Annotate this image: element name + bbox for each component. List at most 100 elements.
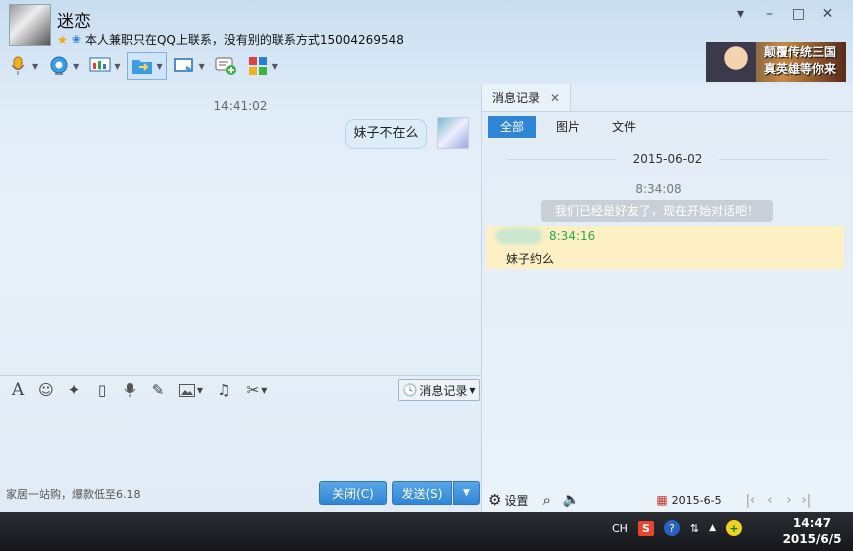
maximize-icon[interactable]: □ <box>784 6 813 22</box>
contact-avatar[interactable] <box>9 4 51 46</box>
footer-date[interactable]: 2015-6-5 <box>672 494 722 507</box>
contact-name[interactable]: 迷恋 <box>57 7 91 32</box>
clock-date: 2015/6/5 <box>782 532 842 546</box>
help-icon[interactable]: ? <box>663 520 680 536</box>
ad-line1: 颠覆传统三国 <box>764 45 837 59</box>
webcam-icon <box>48 55 70 77</box>
contact-signature: 本人兼职只在QQ上联系，没有别的联系方式15004269548 <box>84 33 404 47</box>
ad-banner[interactable]: 颠覆传统三国 真英雄等你来 <box>706 42 846 82</box>
send-options-button[interactable]: ▼ <box>453 481 480 505</box>
message-input[interactable] <box>1 403 480 477</box>
sogou-ime-icon[interactable]: S <box>637 520 654 536</box>
my-avatar[interactable] <box>437 117 469 149</box>
entry-message: 妹子约么 <box>506 252 555 266</box>
signature-row: ★ ❀ 本人兼职只在QQ上联系，没有别的联系方式15004269548 <box>57 31 404 48</box>
chevron-down-icon[interactable]: ▼ <box>114 62 120 71</box>
history-date: 2015-06-02 <box>482 152 853 166</box>
message-area[interactable]: 14:41:02 妹子不在么 <box>1 85 480 375</box>
search-icon[interactable]: ⌕ <box>542 491 550 509</box>
gear-icon[interactable]: ⚙ <box>488 491 501 509</box>
speaker-icon[interactable]: 🔈 <box>563 492 580 508</box>
star-icon: ★ <box>57 32 68 47</box>
voice-message-icon[interactable] <box>120 380 140 400</box>
add-chat-icon <box>215 55 237 77</box>
chevron-up-icon[interactable]: ▲ <box>709 523 716 533</box>
prev-page-icon[interactable]: ‹ <box>767 493 772 508</box>
editor-toolbar: A ☺ ✦ ▯ ✎ ▼ ♫ ✂ ▼ <box>8 379 272 401</box>
font-icon[interactable]: A <box>8 380 28 400</box>
screenshot-scissors-icon[interactable]: ✂ ▼ <box>242 380 272 400</box>
chevron-down-icon[interactable]: ▼ <box>32 62 38 71</box>
message-history-label: 消息记录 <box>419 383 468 398</box>
tab-message-history[interactable]: 消息记录 ✕ <box>482 84 572 111</box>
tray-app-icon[interactable]: + <box>726 520 743 536</box>
chevron-down-icon[interactable]: ▼ <box>199 62 205 71</box>
message-time: 14:41:02 <box>213 99 268 113</box>
editor-divider <box>0 375 481 376</box>
clock-time: 14:47 <box>792 516 832 530</box>
language-indicator[interactable]: CH <box>612 522 628 535</box>
filter-files[interactable]: 文件 <box>600 116 648 138</box>
chevron-down-icon[interactable]: ▼ <box>272 62 278 71</box>
remote-desktop-button[interactable]: ▼ <box>86 52 123 80</box>
chevron-down-icon[interactable]: ▼ <box>73 62 79 71</box>
tab-divider <box>482 111 853 112</box>
chat-header: 迷恋 ★ ❀ 本人兼职只在QQ上联系，没有别的联系方式15004269548 ▾… <box>0 0 853 84</box>
share-screen-button[interactable]: ▼ <box>171 52 208 80</box>
history-filter-tabs: 全部 图片 文件 <box>488 116 656 138</box>
message-history-button[interactable]: 🕓 消息记录 ▼ <box>398 379 480 401</box>
network-icon[interactable]: ⇅ <box>690 522 699 535</box>
promo-link[interactable]: 家居一站购，爆款低至6.18 <box>6 486 141 502</box>
video-call-button[interactable]: ▼ <box>45 52 82 80</box>
system-tray: CH S ? ⇅ ▲ + <box>612 520 743 536</box>
clock[interactable]: 14:47 2015/6/5 <box>782 515 842 547</box>
next-page-icon[interactable]: › <box>786 493 791 508</box>
close-button[interactable]: 关闭(C) <box>319 481 387 505</box>
close-icon[interactable]: ✕ <box>550 91 560 105</box>
qq-chat-window: 迷恋 ★ ❀ 本人兼职只在QQ上联系，没有别的联系方式15004269548 ▾… <box>0 0 853 551</box>
filter-images[interactable]: 图片 <box>544 116 592 138</box>
tab-label: 消息记录 <box>492 91 541 105</box>
send-file-button[interactable]: ▼ <box>127 52 167 80</box>
entry-time: 8:34:16 <box>549 229 596 243</box>
ad-image <box>706 42 756 82</box>
apps-button[interactable]: ▼ <box>244 52 281 80</box>
history-entry[interactable]: 8:34:16 妹子约么 <box>486 226 844 269</box>
filter-all[interactable]: 全部 <box>488 116 537 138</box>
chevron-down-icon[interactable]: ▼ <box>156 62 162 71</box>
clock-icon: 🕓 <box>402 383 418 397</box>
magic-wand-icon[interactable]: ✦ <box>64 380 84 400</box>
chevron-down-icon[interactable]: ▾ <box>726 6 755 22</box>
chevron-down-icon: ▼ <box>463 488 470 498</box>
close-icon[interactable]: ✕ <box>813 6 842 22</box>
last-page-icon[interactable]: ›| <box>802 493 812 508</box>
window-controls: ▾ – □ ✕ <box>726 6 842 22</box>
minimize-icon[interactable]: – <box>755 6 784 22</box>
first-page-icon[interactable]: |‹ <box>746 493 756 508</box>
folder-transfer-icon <box>131 55 153 77</box>
image-icon[interactable]: ▼ <box>176 380 206 400</box>
monitor-icon <box>89 55 111 77</box>
settings-label[interactable]: 设置 <box>504 492 528 509</box>
voice-call-button[interactable]: ▼ <box>4 52 41 80</box>
apps-grid-icon <box>247 55 269 77</box>
history-footer: ⚙ 设置 ⌕ 🔈 ▦ 2015-6-5 |‹ ‹ › ›| <box>482 488 853 512</box>
system-time: 8:34:08 <box>635 182 682 196</box>
shake-window-icon[interactable]: ▯ <box>92 380 112 400</box>
music-icon[interactable]: ♫ <box>214 380 234 400</box>
emoji-icon[interactable]: ☺ <box>36 380 56 400</box>
screen-share-icon <box>173 55 196 77</box>
system-message: 我们已经是好友了，现在开始对话吧！ <box>541 200 773 222</box>
send-button[interactable]: 发送(S) <box>392 481 452 505</box>
message-bubble[interactable]: 妹子不在么 <box>345 119 427 149</box>
qzone-icon[interactable]: ❀ <box>72 33 81 46</box>
chevron-down-icon: ▼ <box>469 385 476 395</box>
edit-icon[interactable]: ✎ <box>148 380 168 400</box>
create-discussion-button[interactable] <box>212 52 240 80</box>
calendar-icon[interactable]: ▦ <box>656 493 667 507</box>
ad-line2: 真英雄等你来 <box>764 62 837 76</box>
taskbar: CH S ? ⇅ ▲ + 14:47 2015/6/5 <box>0 512 853 551</box>
chat-toolbar: ▼ ▼ ▼ ▼ ▼ ▼ <box>0 52 285 80</box>
sender-name-blurred <box>496 228 542 244</box>
history-panel: 消息记录 ✕ 全部 图片 文件 2015-06-02 8:34:08 我们已经是… <box>482 84 853 512</box>
